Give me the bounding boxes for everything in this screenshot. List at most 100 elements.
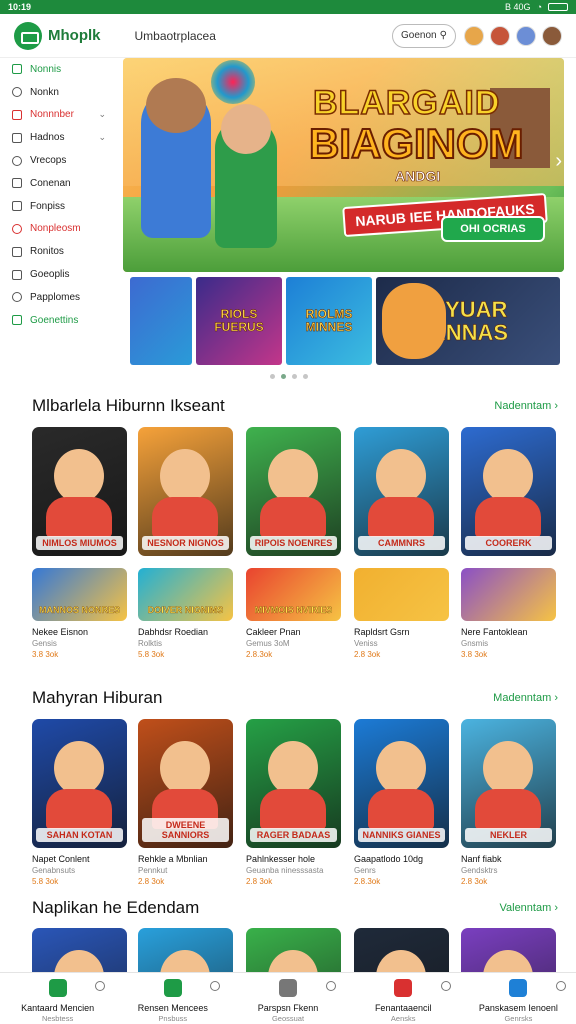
game-thumbnail[interactable]: NIMLOS MIUMOS [32,427,127,556]
mini-banner[interactable]: RIOLS FUERUS [196,277,282,365]
section-more-link[interactable]: Nadenntam › [494,400,558,412]
card-rating: 5.8 3ok [32,877,59,886]
nav-label: Parspsn Fkenn [257,1003,319,1013]
sidebar-item-label: Goeoplis [30,269,70,281]
sidebar-item-label: Fonpiss [30,200,66,212]
character-art [152,497,218,537]
game-card[interactable]: CAMMNRS Rapldsrt Gsrn Veniss 2.8 3ok [354,427,449,659]
nav-item[interactable]: Panskasem Ienoenl Genrsks [461,973,576,1024]
game-card[interactable]: NANNIKS GIANES Gaapatlodo 10dg Genrs 2.8.3o… [354,719,449,886]
logo-icon [14,21,42,50]
hero-character [141,78,211,238]
game-banner-small[interactable] [461,568,556,621]
status-bar: 10:19 B 40G ◔ [0,0,576,14]
card-name: Nere Fantoklean [461,627,528,637]
card-name: Rehkle a Mbnlian [138,854,208,864]
thumbnail-label: NIMLOS MIUMOS [36,536,123,550]
mini-banner[interactable]: SHYUAR CANNAS [376,277,560,365]
sidebar-item[interactable]: Vrecops [0,149,118,172]
search-field[interactable]: Goenon ⚲ [392,23,456,48]
game-thumbnail[interactable]: CAMMNRS [354,427,449,556]
nav-item[interactable]: Rensen Mencees Pnsbuss [115,973,230,1024]
mini-banner[interactable]: RIOLMS MINNES [286,277,372,365]
sidebar-item[interactable]: Goeoplis [0,263,118,286]
game-thumbnail[interactable]: RAGER BADAAS [246,719,341,848]
sidebar-item[interactable]: Ronitos [0,240,118,263]
game-card[interactable]: RAGER BADAAS Pahlnkesser hole Geuanba nine… [246,719,341,886]
hero-banner[interactable]: BLARGAID BIAGINOM ANDGI NARUB IEE HANDOF… [123,58,564,272]
star-icon [509,979,528,997]
thumbnail-label: NESNOR NIGNOS [142,536,229,550]
section-more-link[interactable]: Valenntam › [499,902,558,914]
character-art [54,449,104,503]
game-thumbnail[interactable]: NEKLER [461,719,556,848]
card-sub: Geuanba ninesssasta [246,866,324,875]
sidebar-item[interactable]: Nonnis [0,58,118,81]
nav-item[interactable]: Kantaard Mencien Nesbtess [0,973,115,1024]
avatar[interactable] [464,25,484,46]
game-thumbnail[interactable]: RIPOIS NOENRES [246,427,341,556]
thumbnail-label: DWEENE SANNIORS [142,818,229,842]
game-card[interactable]: NIMLOS MIUMOS MANNOS NONRES Nekee Eisnon Ge… [32,427,127,659]
game-card[interactable]: NEKLER Nanf fiabk Gendsktrs 2.8 3ok [461,719,556,886]
game-thumbnail[interactable]: NESNOR NIGNOS [138,427,233,556]
game-card[interactable]: DWEENE SANNIORS Rehkle a Mbnlian Pennkut 2.… [138,719,233,886]
sidebar-item[interactable]: Fonpiss [0,195,118,218]
status-time: 10:19 [8,2,32,12]
nav-item[interactable]: Parspsn Fkenn Geossuat [230,973,345,1024]
sidebar-item-label: Ronitos [30,246,64,258]
card-sub: Genrs [354,866,376,875]
nav-label: Rensen Mencees [137,1003,208,1013]
carousel-dot[interactable] [303,374,308,379]
card-rating: 5.8 3ok [138,650,165,659]
game-thumbnail[interactable]: COORERK [461,427,556,556]
sidebar-item[interactable]: Goenettins [0,309,118,332]
app-root: 10:19 B 40G ◔ Mhoplk Umbaotrplacea Goeno… [0,0,576,1024]
nav-item[interactable]: Fenantaaencil Aensks [346,973,461,1024]
grid-icon [12,64,22,75]
chevron-right-icon[interactable]: › [555,150,562,173]
carousel-dot[interactable] [281,374,286,379]
chevron-down-icon[interactable]: ⌄ [98,132,106,143]
carousel-dot[interactable] [292,374,297,379]
game-card[interactable]: SAHAN KOTAN Napet Conlent Genabnsuts 5.8 3o… [32,719,127,886]
chevron-down-icon[interactable]: ⌄ [98,109,106,120]
sidebar-item-label: Nonnnber [30,109,74,121]
game-banner-small[interactable]: MANNOS NONRES [32,568,127,621]
bottom-navigation: Kantaard Mencien Nesbtess Rensen Mencees Pn… [0,972,576,1024]
sidebar-item[interactable]: Hadnos ⌄ [0,126,118,149]
nav-secondary-icon [210,981,221,991]
avatar[interactable] [516,25,536,46]
app-logo[interactable]: Mhoplk [14,21,101,50]
carousel-dot[interactable] [270,374,275,379]
sidebar-item-label: Goenettins [30,314,79,326]
avatar[interactable] [490,25,510,46]
game-banner-small[interactable] [354,568,449,621]
game-card[interactable]: RIPOIS NOENRES MIVMOIS NVIRIES Cakleer Pna… [246,427,341,659]
card-name: Rapldsrt Gsrn [354,627,410,637]
game-thumbnail[interactable]: DWEENE SANNIORS [138,719,233,848]
sidebar-item[interactable]: Papplomes [0,286,118,309]
avatar[interactable] [542,25,562,46]
character-art [268,741,318,795]
game-card[interactable]: NESNOR NIGNOS DOIVER NIGNIMS Dabhdsr Roedi… [138,427,233,659]
card-name: Cakleer Pnan [246,627,301,637]
hero-title-line2: BIAGINOM [308,119,525,168]
game-banner-small[interactable]: DOIVER NIGNIMS [138,568,233,621]
game-banner-small[interactable]: MIVMOIS NVIRIES [246,568,341,621]
thumbnail-label: NANNIKS GIANES [358,828,445,842]
section-more-link[interactable]: Madenntam › [493,692,558,704]
game-thumbnail[interactable]: SAHAN KOTAN [32,719,127,848]
hero-cta-button[interactable]: OHI OCRIAS [441,216,545,242]
thumbnail-label: RAGER BADAAS [250,828,337,842]
mini-banner[interactable] [130,277,192,365]
sidebar-item[interactable]: Nonkn [0,81,118,104]
game-card[interactable]: COORERK Nere Fantoklean Gnsmis 3.8 3ok [461,427,556,659]
sidebar-item[interactable]: Nonnnber ⌄ [0,104,118,127]
sidebar-item[interactable]: Conenan [0,172,118,195]
game-thumbnail[interactable]: NANNIKS GIANES [354,719,449,848]
card-rating: 2.8 3ok [246,877,273,886]
sidebar-item[interactable]: Nonpleosm [0,218,118,241]
character-art [483,449,533,503]
card-rating: 2.8.3ok [354,877,381,886]
